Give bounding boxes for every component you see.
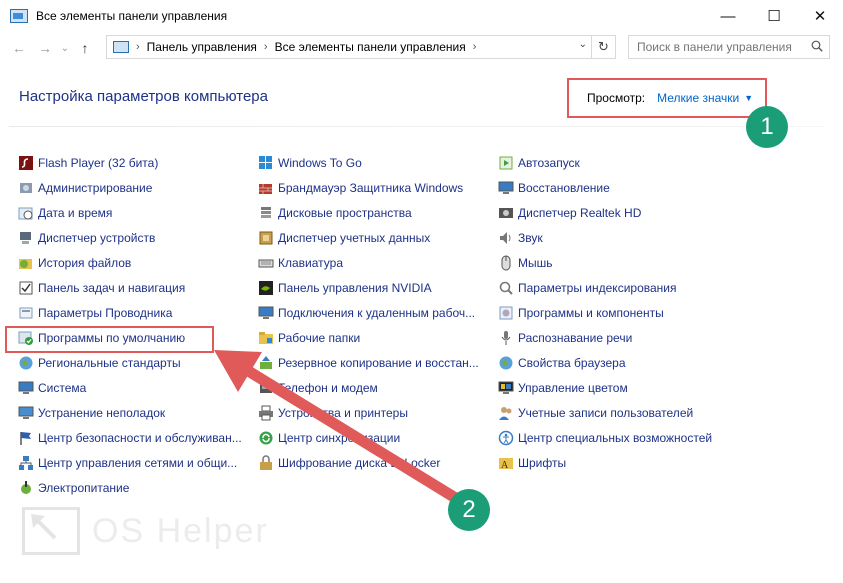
step-badge-1: 1 [746,106,788,148]
cursor-logo-icon [22,507,80,555]
annotation-arrow [214,350,468,508]
watermark-text: OS Helper [92,511,269,550]
step-badge-2: 2 [448,489,490,531]
watermark: OS Helper [22,507,269,555]
